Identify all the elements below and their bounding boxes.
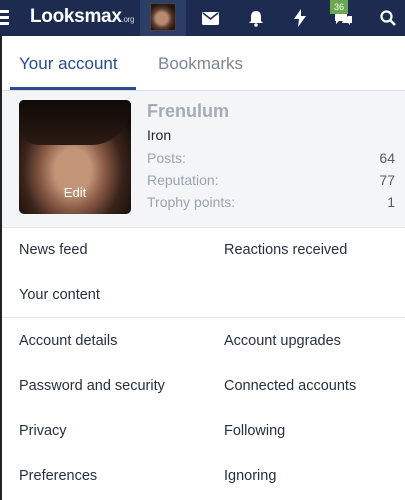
tab-your-account[interactable]: Your account — [19, 54, 118, 74]
stat-label: Posts: — [147, 150, 186, 166]
logo-text: Looksmax — [30, 6, 122, 27]
edit-avatar-link[interactable]: Edit — [19, 185, 131, 200]
link-reactions-received[interactable]: Reactions received — [224, 242, 347, 258]
link-password-security[interactable]: Password and security — [19, 378, 165, 394]
avatar-photo — [19, 100, 131, 145]
stat-value: 1 — [387, 194, 395, 210]
stat-value: 64 — [379, 150, 395, 166]
stat-posts: Posts: 64 — [147, 150, 397, 166]
link-ignoring[interactable]: Ignoring — [224, 468, 276, 484]
lightning-icon[interactable] — [282, 0, 318, 36]
stat-trophy-points: Trophy points: 1 — [147, 194, 397, 210]
bell-icon[interactable] — [238, 0, 274, 36]
tab-bookmarks[interactable]: Bookmarks — [158, 54, 243, 74]
account-tabs: Your account Bookmarks — [2, 36, 405, 91]
menu-icon[interactable] — [0, 8, 10, 28]
mail-icon[interactable] — [192, 0, 228, 36]
link-connected-accounts[interactable]: Connected accounts — [224, 378, 356, 394]
link-privacy[interactable]: Privacy — [19, 423, 67, 439]
link-preferences[interactable]: Preferences — [19, 468, 97, 484]
account-dropdown-panel: Your account Bookmarks Edit Frenulum Iro… — [0, 36, 405, 500]
logo-suffix: .org — [121, 15, 135, 24]
stat-reputation: Reputation: 77 — [147, 172, 397, 188]
chat-notification-badge: 36 — [330, 0, 348, 14]
active-tab-indicator — [10, 87, 136, 90]
stat-label: Reputation: — [147, 172, 219, 188]
avatar-thumbnail — [150, 3, 176, 31]
account-avatar-button[interactable] — [140, 0, 186, 36]
top-navigation-bar: Looksmax.org 36 — [0, 0, 405, 36]
link-account-details[interactable]: Account details — [19, 333, 117, 349]
username[interactable]: Frenulum — [147, 101, 229, 122]
stat-value: 77 — [379, 172, 395, 188]
profile-summary: Edit Frenulum Iron Posts: 64 Reputation:… — [2, 91, 405, 228]
link-your-content[interactable]: Your content — [19, 287, 100, 303]
stat-label: Trophy points: — [147, 194, 236, 210]
user-rank: Iron — [147, 127, 172, 143]
link-news-feed[interactable]: News feed — [19, 242, 88, 258]
section-divider — [2, 317, 405, 318]
link-following[interactable]: Following — [224, 423, 285, 439]
search-icon[interactable] — [370, 0, 405, 36]
link-account-upgrades[interactable]: Account upgrades — [224, 333, 341, 349]
profile-avatar[interactable]: Edit — [19, 100, 131, 214]
site-logo[interactable]: Looksmax.org — [30, 6, 134, 28]
